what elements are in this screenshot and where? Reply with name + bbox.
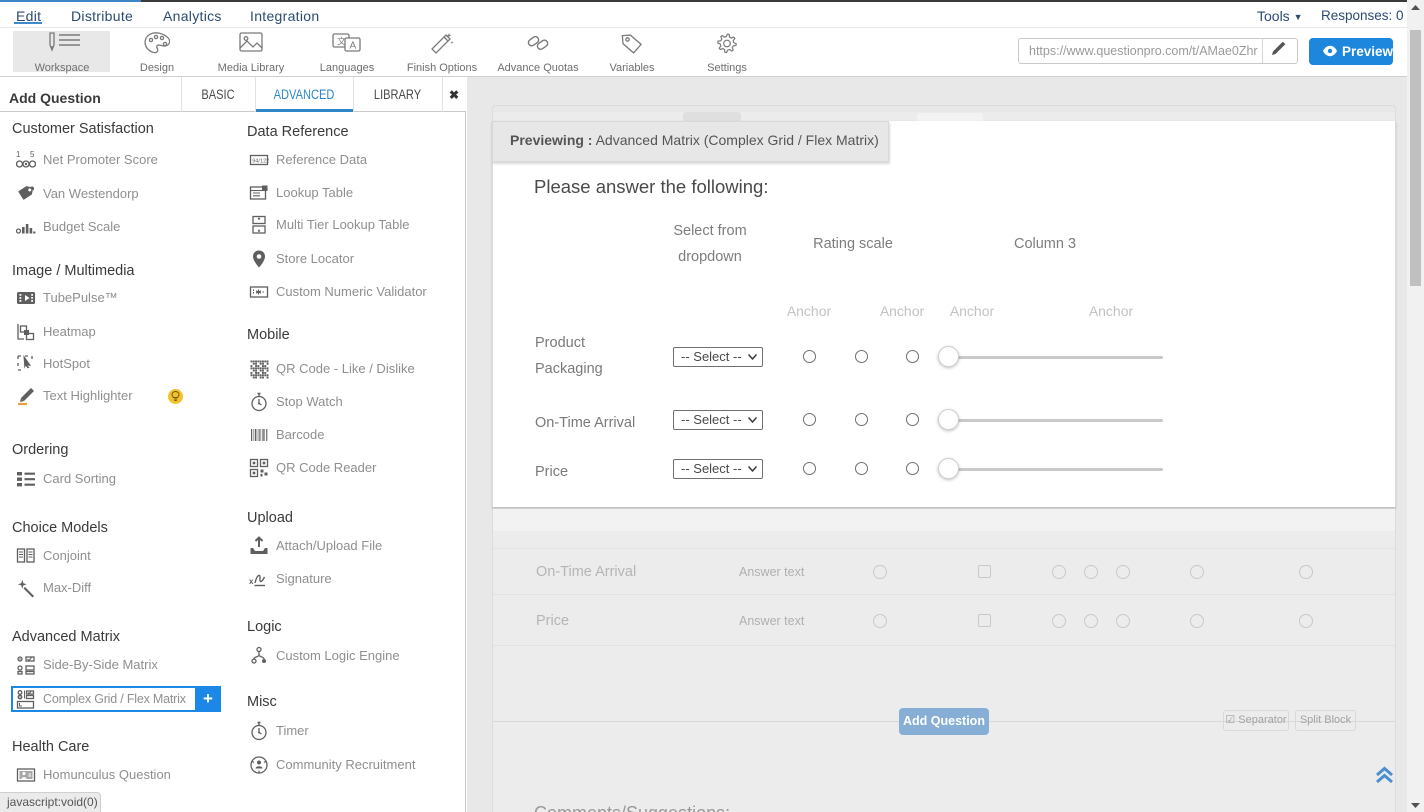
svg-text:5: 5 [30, 150, 35, 159]
svg-text:文: 文 [337, 36, 346, 47]
svg-text:1: 1 [16, 150, 21, 159]
svg-text:x: x [249, 577, 254, 586]
svg-text:94/122: 94/122 [252, 158, 269, 164]
svg-text:A: A [350, 41, 357, 52]
